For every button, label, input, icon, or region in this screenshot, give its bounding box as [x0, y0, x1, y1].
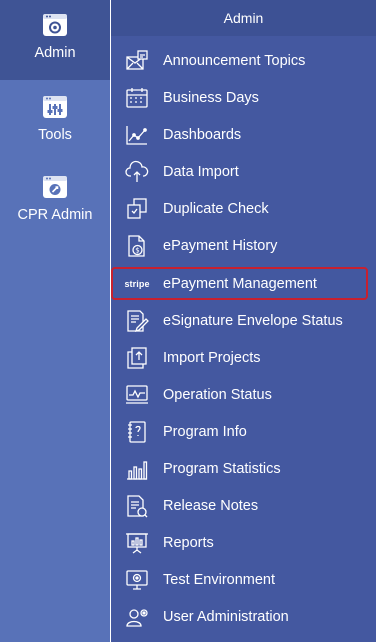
menu-item-import-projects[interactable]: Import Projects — [111, 343, 376, 373]
menu-item-program-statistics[interactable]: Program Statistics — [111, 454, 376, 484]
rail-item-cpr-admin[interactable]: CPR Admin — [0, 162, 110, 242]
program-info-icon — [125, 420, 149, 444]
menu-item-duplicate-check[interactable]: Duplicate Check — [111, 194, 376, 224]
menu-item-label: User Administration — [163, 609, 289, 625]
announcement-topics-icon — [125, 49, 149, 73]
cloud-upload-icon — [125, 160, 149, 184]
menu-item-user-administration[interactable]: User Administration — [111, 602, 376, 632]
tools-sliders-icon — [42, 94, 68, 120]
user-admin-icon — [125, 605, 149, 629]
menu-item-label: Dashboards — [163, 127, 242, 143]
menu-item-announcement-topics[interactable]: Announcement Topics — [111, 46, 376, 76]
menu-item-label: Data Import — [163, 164, 239, 180]
menu-item-operation-status[interactable]: Operation Status — [111, 380, 376, 410]
stripe-logo-text: stripe — [124, 279, 150, 289]
calendar-icon — [125, 86, 149, 110]
left-rail: Admin Tools CPR Admin — [0, 0, 110, 642]
menu-item-epayment-management[interactable]: stripe ePayment Management — [111, 269, 376, 299]
menu-item-release-notes[interactable]: Release Notes — [111, 491, 376, 521]
stripe-icon: stripe — [122, 272, 152, 296]
menu-item-label: Operation Status — [163, 387, 272, 403]
test-environment-icon — [125, 568, 149, 592]
menu-item-reports[interactable]: Reports — [111, 528, 376, 558]
payment-history-icon: $ — [125, 234, 149, 258]
menu-item-program-info[interactable]: Program Info — [111, 417, 376, 447]
menu-item-label: Announcement Topics — [163, 53, 306, 69]
menu-item-label: eSignature Envelope Status — [163, 313, 343, 329]
menu-item-esignature-envelope-status[interactable]: eSignature Envelope Status — [111, 306, 376, 336]
presentation-icon — [125, 531, 149, 555]
bar-chart-icon — [125, 457, 149, 481]
rail-item-label: Admin — [34, 45, 76, 61]
cpr-admin-icon — [42, 174, 68, 200]
admin-gear-icon — [42, 12, 68, 38]
menu-item-label: ePayment History — [163, 238, 278, 254]
menu-item-dashboards[interactable]: Dashboards — [111, 120, 376, 150]
rail-item-label: CPR Admin — [17, 207, 93, 223]
menu-item-label: ePayment Management — [163, 276, 317, 292]
rail-item-tools[interactable]: Tools — [0, 82, 110, 162]
release-notes-icon — [125, 494, 149, 518]
menu-item-label: Business Days — [163, 90, 259, 106]
menu-item-label: Duplicate Check — [163, 201, 269, 217]
monitor-status-icon — [125, 383, 149, 407]
admin-panel: Admin Announcement Topics Business Days … — [111, 0, 376, 642]
menu-item-data-import[interactable]: Data Import — [111, 157, 376, 187]
admin-menu-app: Admin Tools CPR Admin Admin Announcement… — [0, 0, 376, 642]
menu-item-label: Release Notes — [163, 498, 259, 514]
duplicate-icon — [125, 197, 149, 221]
svg-text:$: $ — [135, 247, 139, 255]
menu-item-label: Test Environment — [163, 572, 276, 588]
menu-item-label: Reports — [163, 535, 214, 551]
line-chart-icon — [125, 123, 149, 147]
import-projects-icon — [125, 346, 149, 370]
panel-title: Admin — [111, 0, 376, 36]
menu-item-label: Program Statistics — [163, 461, 281, 477]
rail-item-admin[interactable]: Admin — [0, 0, 110, 80]
menu-item-label: Import Projects — [163, 350, 261, 366]
menu-item-label: Program Info — [163, 424, 247, 440]
menu-item-test-environment[interactable]: Test Environment — [111, 565, 376, 595]
menu-item-epayment-history[interactable]: $ ePayment History — [111, 231, 376, 261]
rail-item-label: Tools — [38, 127, 72, 143]
menu-item-business-days[interactable]: Business Days — [111, 83, 376, 113]
signature-document-icon — [125, 309, 149, 333]
